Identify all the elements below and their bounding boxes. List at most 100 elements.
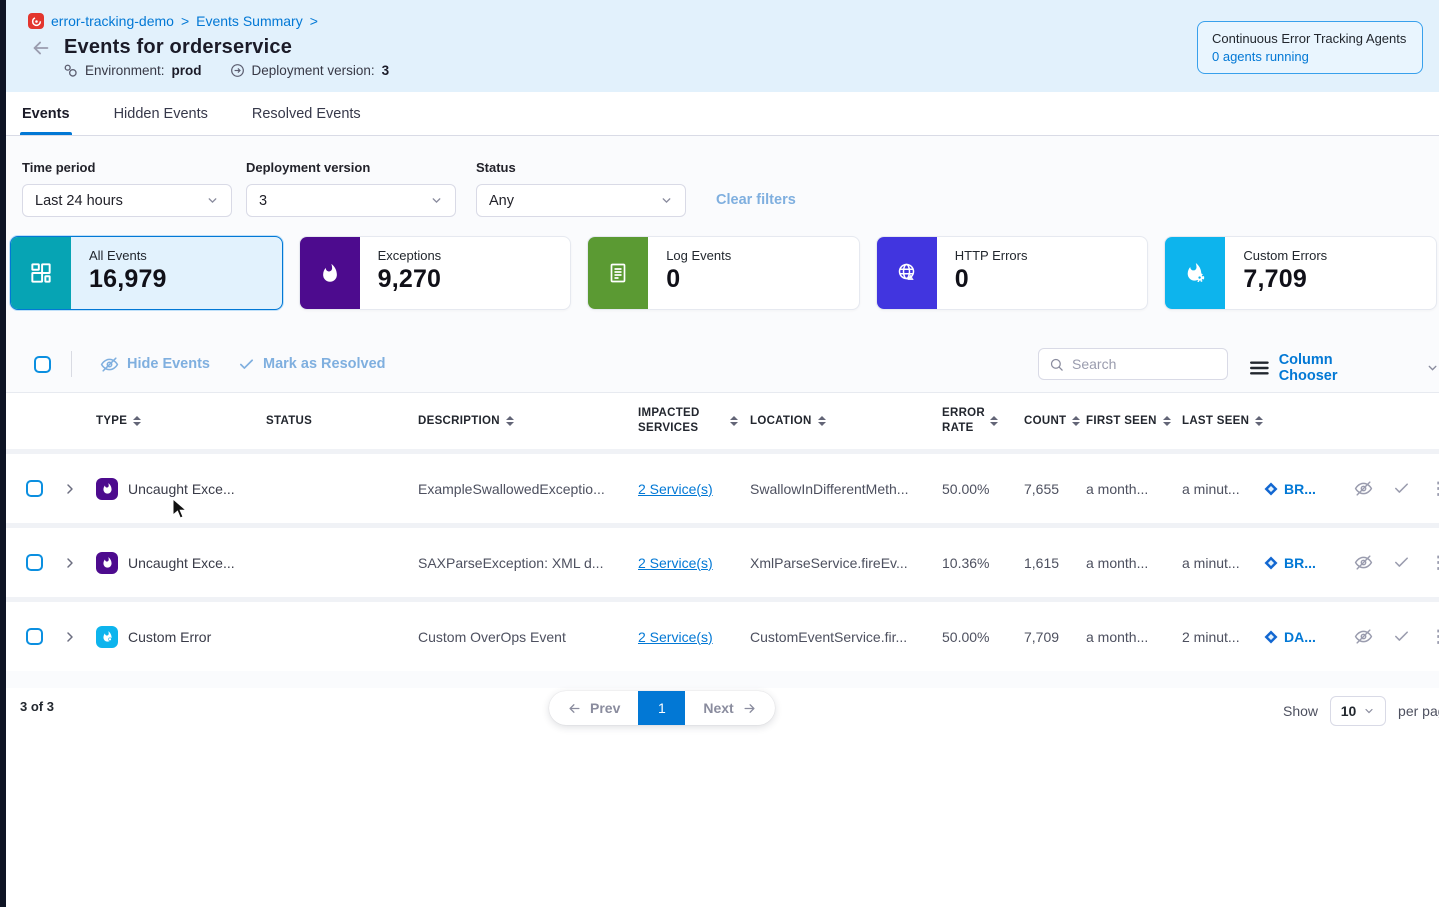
next-page-button[interactable]: Next [685, 691, 774, 725]
row-checkbox[interactable] [26, 480, 43, 497]
col-impacted-services[interactable]: IMPACTED SERVICES [638, 406, 738, 436]
impacted-services-link[interactable]: 2 Service(s) [638, 629, 713, 645]
event-location: SwallowInDifferentMeth... [750, 481, 942, 497]
error-rate: 10.36% [942, 555, 1024, 571]
page-size-select[interactable]: 10 [1330, 696, 1386, 726]
event-description: SAXParseException: XML d... [418, 555, 638, 571]
breadcrumb-project-link[interactable]: error-tracking-demo [51, 13, 174, 29]
col-count[interactable]: COUNT [1024, 414, 1086, 429]
row-checkbox[interactable] [26, 628, 43, 645]
resolve-event-icon[interactable] [1393, 628, 1410, 645]
eye-slash-icon [100, 355, 119, 374]
hide-event-icon[interactable] [1354, 553, 1373, 572]
tab-resolved-events[interactable]: Resolved Events [252, 92, 361, 135]
card-label: Log Events [666, 248, 731, 263]
chevron-down-icon [206, 194, 219, 207]
impacted-services-link[interactable]: 2 Service(s) [638, 481, 713, 497]
stat-cards: All Events 16,979 Exceptions 9,270 Log [10, 236, 1439, 310]
card-value: 0 [955, 265, 1028, 294]
row-menu-icon[interactable]: ⋮ [1430, 628, 1439, 645]
sort-icon [506, 416, 514, 426]
select-all-checkbox[interactable] [34, 356, 51, 373]
deployment-version-select[interactable]: 3 [246, 184, 456, 217]
prev-page-button[interactable]: Prev [549, 691, 638, 725]
row-menu-icon[interactable]: ⋮ [1430, 554, 1439, 571]
agents-title: Continuous Error Tracking Agents [1212, 31, 1408, 46]
events-table: TYPE STATUS DESCRIPTION IMPACTED SERVICE… [6, 392, 1439, 671]
deployment-version-filter: Deployment version 3 [246, 160, 456, 217]
error-rate: 50.00% [942, 481, 1024, 497]
col-description[interactable]: DESCRIPTION [418, 414, 638, 429]
table-row[interactable]: Uncaught Exce... SAXParseException: XML … [6, 528, 1439, 597]
expand-chevron-icon[interactable] [62, 629, 78, 645]
error-rate: 50.00% [942, 629, 1024, 645]
table-row[interactable]: Uncaught Exce... ExampleSwallowedExcepti… [6, 454, 1439, 523]
card-custom-errors[interactable]: Custom Errors 7,709 [1164, 236, 1437, 310]
card-value: 0 [666, 265, 731, 294]
col-error-rate[interactable]: ERROR RATE [942, 406, 1020, 436]
flame-gear-icon [1183, 261, 1207, 285]
ticket-tag-link[interactable]: BR... [1284, 481, 1316, 497]
tab-hidden-events[interactable]: Hidden Events [114, 92, 208, 135]
search-input[interactable] [1072, 356, 1212, 372]
environment-icon [63, 63, 78, 78]
table-row[interactable]: Custom Error Custom OverOps Event 2 Serv… [6, 602, 1439, 671]
agents-running-link[interactable]: 0 agents running [1212, 49, 1408, 64]
column-chooser-button[interactable]: Column Chooser [1250, 352, 1439, 384]
tab-bar: Events Hidden Events Resolved Events [6, 92, 1439, 136]
last-seen: a minut... [1182, 555, 1264, 571]
current-page-button[interactable]: 1 [638, 691, 685, 725]
breadcrumb-section-link[interactable]: Events Summary [196, 13, 303, 29]
col-type[interactable]: TYPE [96, 414, 141, 429]
impacted-services-link[interactable]: 2 Service(s) [638, 555, 713, 571]
per-page-label: per page [1398, 703, 1439, 719]
event-type: Uncaught Exce... [128, 481, 235, 497]
status-label: Status [476, 160, 686, 175]
row-menu-icon[interactable]: ⋮ [1430, 480, 1439, 497]
resolve-event-icon[interactable] [1393, 480, 1410, 497]
expand-chevron-icon[interactable] [62, 481, 78, 497]
expand-chevron-icon[interactable] [62, 555, 78, 571]
card-exceptions[interactable]: Exceptions 9,270 [299, 236, 572, 310]
chevron-down-icon [1426, 361, 1439, 375]
mark-resolved-button[interactable]: Mark as Resolved [238, 356, 386, 373]
col-location[interactable]: LOCATION [750, 414, 942, 429]
sort-icon [818, 416, 826, 426]
pager-pill: Prev 1 Next [549, 691, 775, 725]
card-value: 7,709 [1243, 265, 1327, 294]
row-checkbox[interactable] [26, 554, 43, 571]
time-period-select[interactable]: Last 24 hours [22, 184, 232, 217]
clear-filters-button[interactable]: Clear filters [716, 192, 796, 208]
sort-icon [1255, 416, 1263, 426]
back-arrow-icon[interactable] [30, 37, 52, 59]
globe-error-icon [895, 261, 919, 285]
card-http-errors[interactable]: HTTP Errors 0 [876, 236, 1149, 310]
diamond-icon [1264, 482, 1278, 496]
ticket-tag-link[interactable]: BR... [1284, 555, 1316, 571]
hide-event-icon[interactable] [1354, 627, 1373, 646]
exception-type-icon [96, 478, 118, 500]
page-title: Events for orderservice [64, 36, 292, 59]
col-last-seen[interactable]: LAST SEEN [1182, 414, 1264, 429]
card-log-events[interactable]: Log Events 0 [587, 236, 860, 310]
deployment-meta: Deployment version: 3 [230, 63, 390, 78]
status-select[interactable]: Any [476, 184, 686, 217]
event-location: CustomEventService.fir... [750, 629, 942, 645]
diamond-icon [1264, 630, 1278, 644]
event-count: 7,655 [1024, 481, 1086, 497]
hide-events-button[interactable]: Hide Events [100, 355, 210, 374]
deployment-version-label: Deployment version [246, 160, 456, 175]
first-seen: a month... [1086, 555, 1182, 571]
chevron-down-icon [1363, 705, 1375, 717]
error-tracking-module-icon [28, 13, 44, 29]
grid-icon [28, 260, 54, 286]
col-first-seen[interactable]: FIRST SEEN [1086, 414, 1182, 429]
ticket-tag-link[interactable]: DA... [1284, 629, 1316, 645]
event-type: Custom Error [128, 629, 211, 645]
last-seen: a minut... [1182, 481, 1264, 497]
deployment-value: 3 [382, 63, 390, 78]
hide-event-icon[interactable] [1354, 479, 1373, 498]
tab-events[interactable]: Events [22, 92, 70, 135]
card-all-events[interactable]: All Events 16,979 [10, 236, 283, 310]
resolve-event-icon[interactable] [1393, 554, 1410, 571]
